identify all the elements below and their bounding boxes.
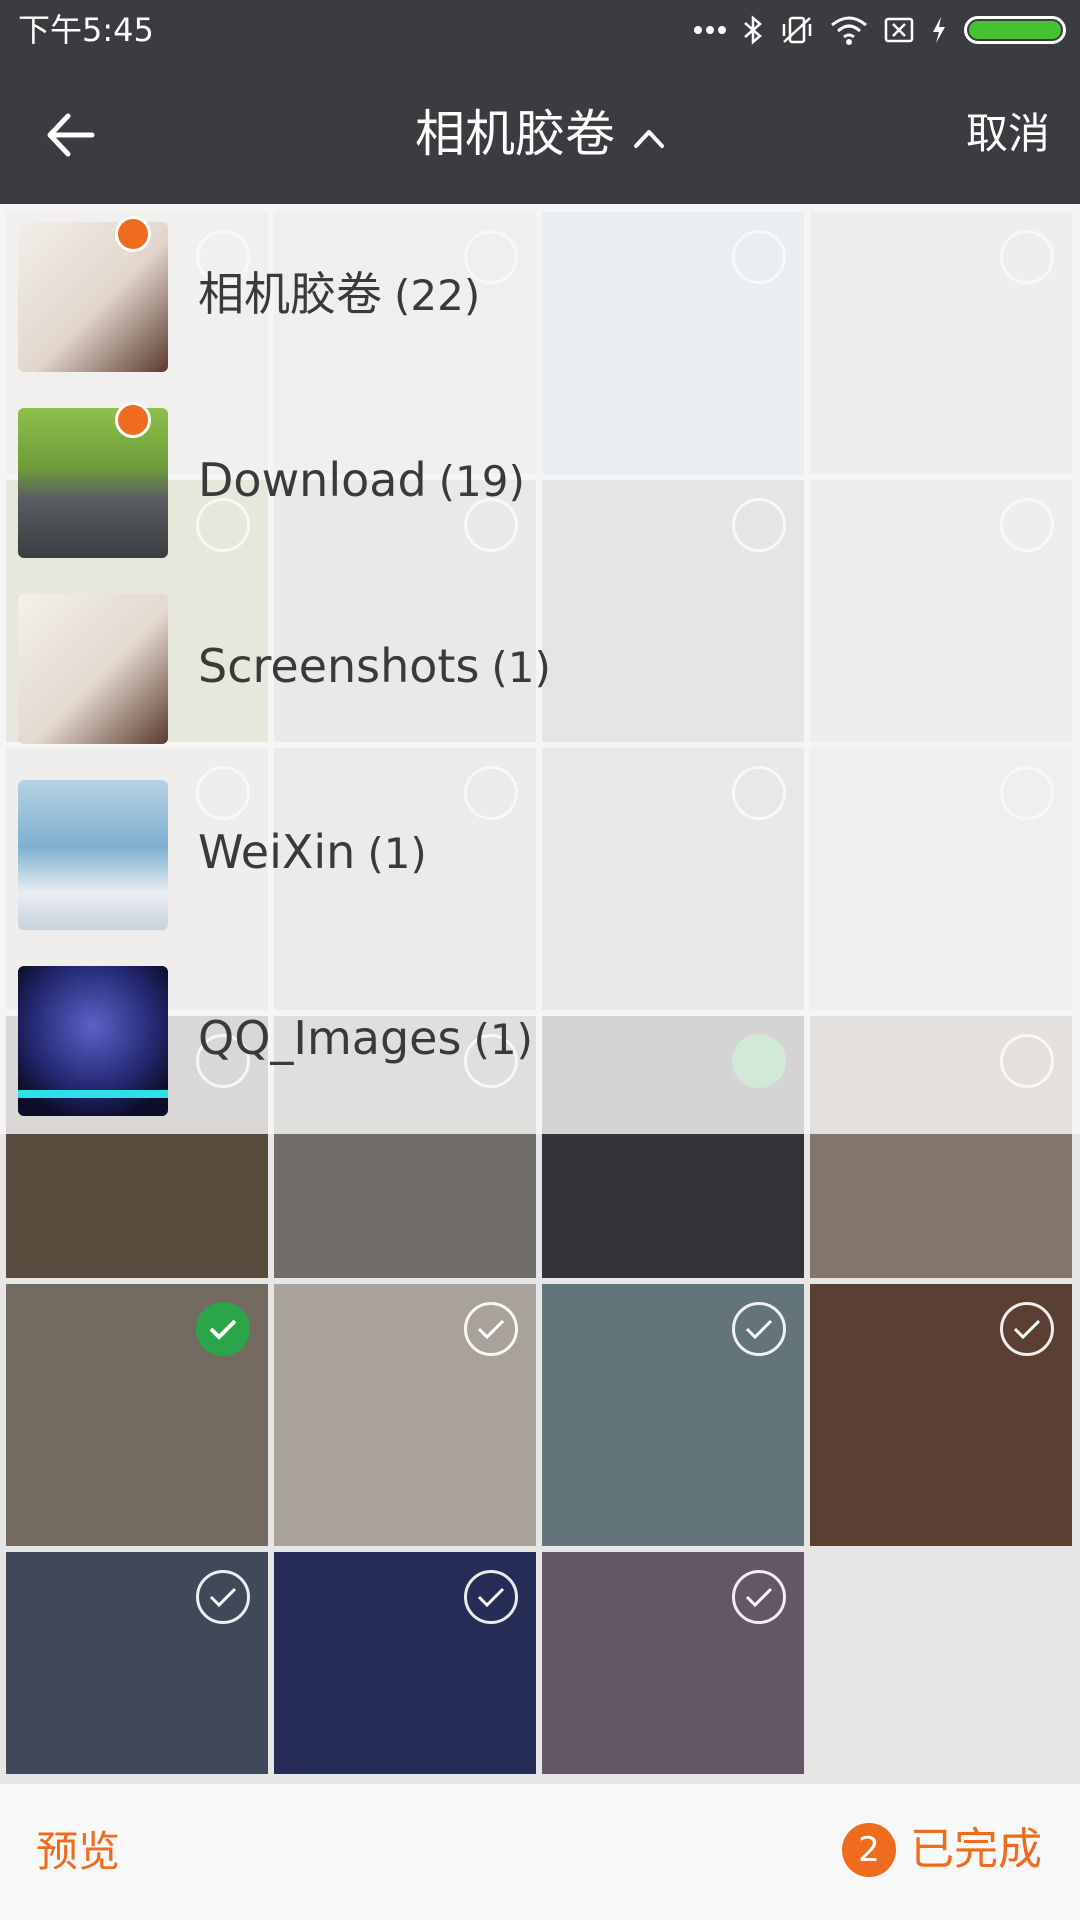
chevron-up-icon (634, 129, 664, 148)
check-circle-selected-icon[interactable] (196, 1302, 250, 1356)
photo-tile[interactable] (542, 1552, 804, 1774)
vibrate-off-icon (782, 16, 812, 44)
sim-off-icon (884, 17, 914, 43)
battery-fill (969, 21, 1061, 39)
selected-count-badge: 2 (842, 1823, 896, 1877)
album-item-weixin[interactable]: WeiXin (1) (0, 762, 1080, 948)
photo-tile[interactable] (274, 1284, 536, 1546)
album-list: 相机胶卷 (22) Download (19) Screenshots (1) Wei… (0, 204, 1080, 1134)
photo-tile[interactable] (810, 1284, 1072, 1546)
album-count: (19) (438, 457, 525, 506)
page-title: 相机胶卷 (415, 105, 615, 163)
check-circle-icon[interactable] (732, 1570, 786, 1624)
photo-tile[interactable] (6, 1552, 268, 1774)
status-bar: 下午5:45 (0, 0, 1080, 64)
cancel-button[interactable]: 取消 (966, 106, 1050, 162)
more-dots-icon (694, 26, 726, 34)
battery-icon (964, 16, 1066, 44)
preview-button[interactable]: 预览 (36, 1824, 120, 1880)
album-name: QQ_Images (198, 1011, 462, 1065)
bluetooth-icon (744, 15, 762, 45)
album-thumbnail (18, 966, 168, 1116)
album-item-screenshots[interactable]: Screenshots (1) (0, 576, 1080, 762)
photo-tile[interactable] (6, 1284, 268, 1546)
album-item-camera-roll[interactable]: 相机胶卷 (22) (0, 204, 1080, 390)
check-circle-icon[interactable] (464, 1570, 518, 1624)
album-count: (22) (394, 271, 481, 320)
check-circle-icon[interactable] (732, 1302, 786, 1356)
status-icons (694, 10, 1066, 50)
done-label: 已完成 (910, 1824, 1042, 1875)
album-thumbnail (18, 594, 168, 744)
selected-dot-icon (115, 216, 151, 252)
status-time: 下午5:45 (18, 11, 154, 49)
album-picker-title[interactable]: 相机胶卷 (0, 102, 1080, 166)
album-item-qq-images[interactable]: QQ_Images (1) (0, 948, 1080, 1134)
charging-icon (933, 17, 945, 43)
bottom-bar: 预览 2 已完成 (0, 1784, 1080, 1920)
done-button[interactable]: 2 已完成 (842, 1820, 1042, 1880)
check-circle-icon[interactable] (1000, 1302, 1054, 1356)
album-item-download[interactable]: Download (19) (0, 390, 1080, 576)
photo-tile[interactable] (542, 1284, 804, 1546)
album-name: Download (198, 453, 427, 507)
wifi-icon (831, 16, 867, 45)
album-count: (1) (473, 1015, 533, 1064)
selected-dot-icon (115, 402, 151, 438)
app-bar: 相机胶卷 取消 (0, 64, 1080, 204)
album-name: WeiXin (198, 825, 356, 879)
album-name: Screenshots (198, 639, 480, 693)
album-name: 相机胶卷 (198, 267, 382, 321)
album-thumbnail (18, 780, 168, 930)
album-count: (1) (367, 829, 427, 878)
check-circle-icon[interactable] (196, 1570, 250, 1624)
check-circle-icon[interactable] (464, 1302, 518, 1356)
photo-tile[interactable] (274, 1552, 536, 1774)
album-count: (1) (491, 643, 551, 692)
